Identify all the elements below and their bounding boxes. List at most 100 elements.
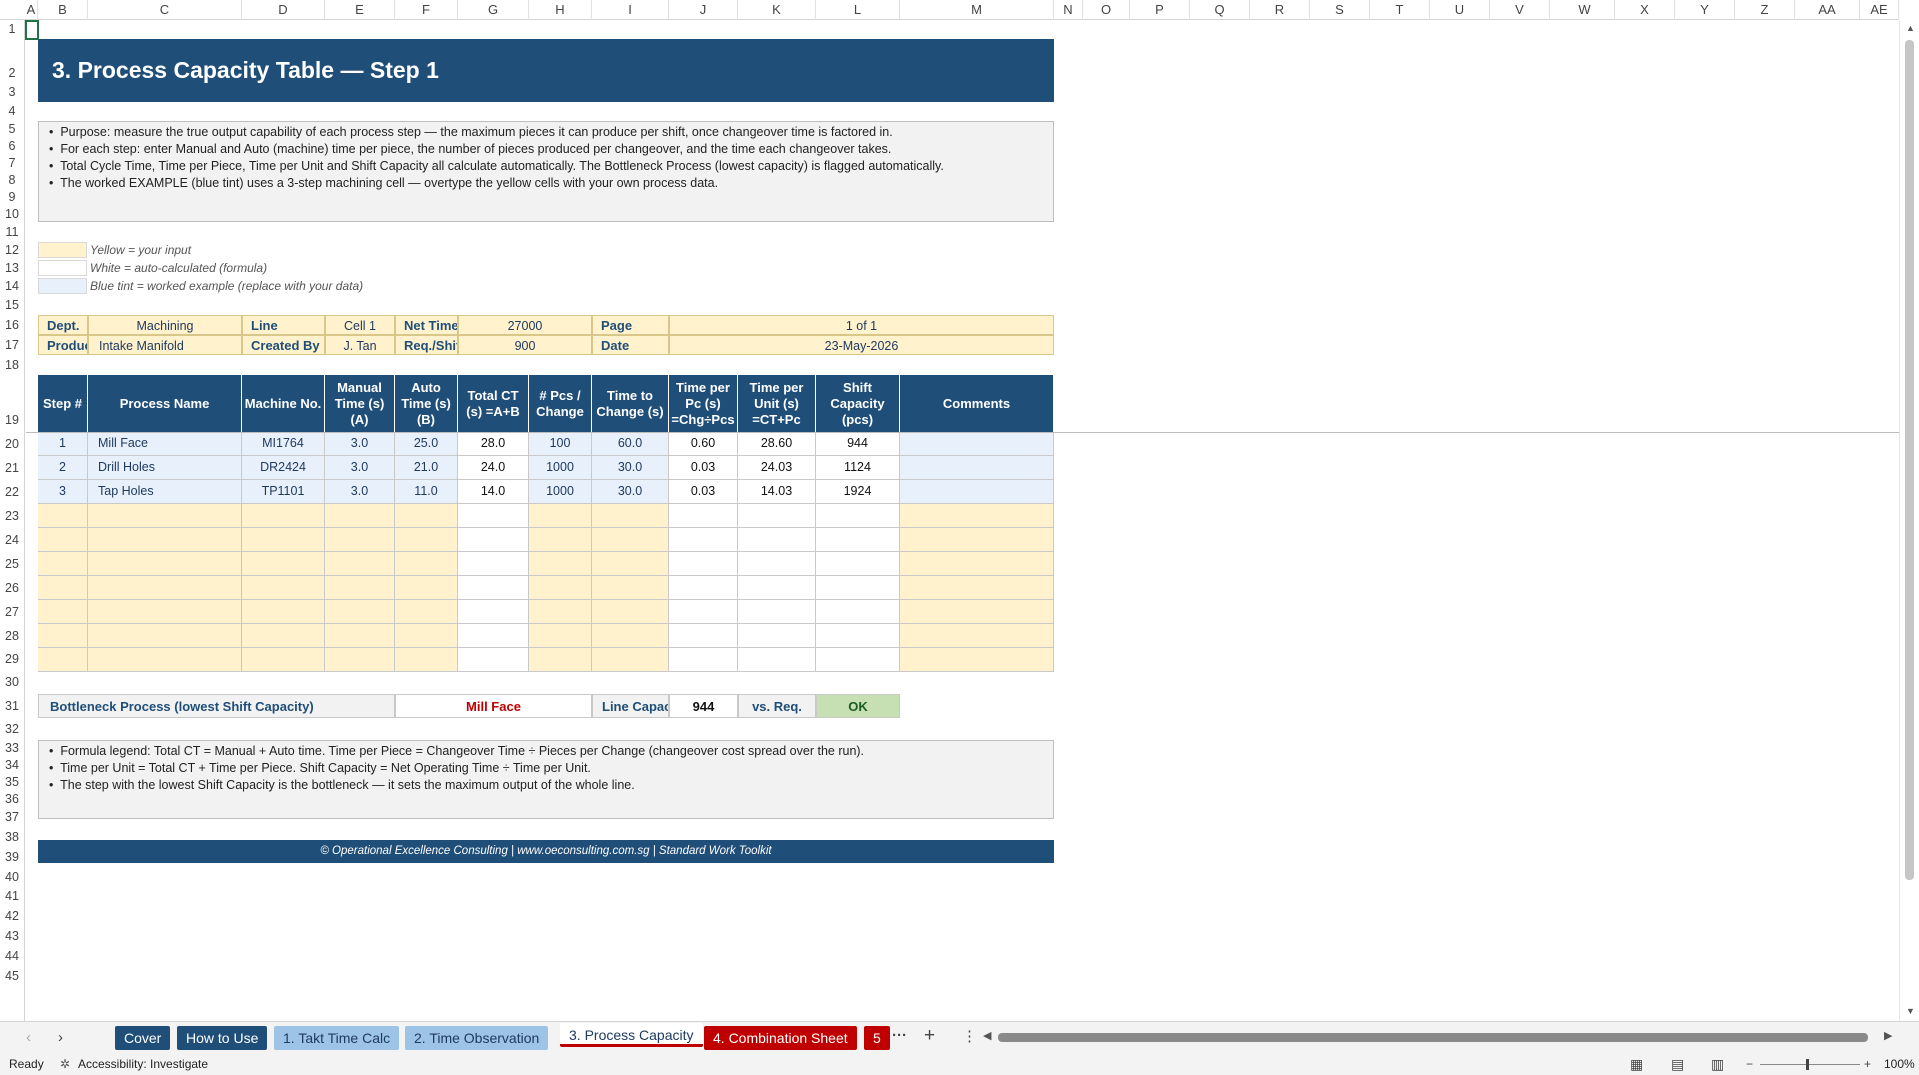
column-header[interactable]: Z [1735,0,1795,20]
normal-view-icon[interactable]: ▦ [1630,1054,1643,1075]
empty-input-cell[interactable] [458,600,529,624]
selected-cell[interactable] [25,20,39,40]
column-header[interactable]: H [529,0,592,20]
req-value[interactable]: 900 [458,335,592,355]
empty-input-cell[interactable] [738,648,816,672]
empty-input-cell[interactable] [816,504,900,528]
row-header[interactable]: 3 [0,82,24,102]
empty-input-cell[interactable] [529,600,592,624]
table-cell[interactable]: 1924 [816,480,900,504]
empty-input-cell[interactable] [395,648,458,672]
empty-input-cell[interactable] [325,648,395,672]
row-header[interactable]: 14 [0,277,24,296]
row-header[interactable]: 37 [0,808,24,826]
table-cell[interactable]: 100 [529,432,592,456]
tab-next-icon[interactable]: › [58,1029,63,1046]
table-cell[interactable]: 1000 [529,456,592,480]
empty-input-cell[interactable] [395,624,458,648]
row-header[interactable]: 17 [0,335,24,355]
zoom-in-icon[interactable]: + [1864,1054,1871,1075]
row-header[interactable]: 27 [0,600,24,624]
empty-input-cell[interactable] [458,576,529,600]
empty-input-cell[interactable] [669,576,738,600]
empty-input-cell[interactable] [592,528,669,552]
table-cell[interactable]: 28.60 [738,432,816,456]
column-header[interactable]: V [1490,0,1550,20]
column-header[interactable]: E [325,0,395,20]
row-header[interactable]: 15 [0,296,24,315]
empty-input-cell[interactable] [669,600,738,624]
tab-sheet[interactable]: How to Use [177,1026,268,1050]
table-cell[interactable]: Drill Holes [88,456,242,480]
column-header[interactable]: B [38,0,88,20]
empty-input-cell[interactable] [325,504,395,528]
hscroll-right-icon[interactable]: ▶ [1884,1029,1892,1042]
empty-input-cell[interactable] [325,600,395,624]
table-cell[interactable] [900,456,1054,480]
column-header[interactable]: G [458,0,529,20]
empty-input-cell[interactable] [592,504,669,528]
table-cell[interactable]: 25.0 [395,432,458,456]
empty-input-cell[interactable] [88,552,242,576]
row-header[interactable]: 38 [0,826,24,848]
table-cell[interactable]: 1124 [816,456,900,480]
empty-input-cell[interactable] [738,576,816,600]
column-header[interactable]: O [1083,0,1130,20]
row-header[interactable]: 28 [0,624,24,648]
empty-input-cell[interactable] [669,624,738,648]
empty-input-cell[interactable] [88,528,242,552]
table-cell[interactable]: 30.0 [592,456,669,480]
column-header[interactable]: X [1615,0,1675,20]
empty-input-cell[interactable] [38,528,88,552]
empty-input-cell[interactable] [325,576,395,600]
column-header[interactable]: Q [1190,0,1250,20]
row-header[interactable]: 13 [0,259,24,277]
table-cell[interactable]: 60.0 [592,432,669,456]
row-header[interactable]: 32 [0,718,24,740]
horizontal-scroll-thumb[interactable] [998,1033,1868,1042]
table-cell[interactable]: 24.0 [458,456,529,480]
empty-input-cell[interactable] [242,600,325,624]
row-header[interactable]: 18 [0,355,24,375]
row-header[interactable]: 8 [0,172,24,189]
row-header[interactable]: 10 [0,206,24,223]
table-cell[interactable]: 3.0 [325,456,395,480]
table-cell[interactable]: 0.03 [669,456,738,480]
empty-input-cell[interactable] [458,552,529,576]
empty-input-cell[interactable] [458,528,529,552]
empty-input-cell[interactable] [900,624,1054,648]
zoom-level[interactable]: 100% [1884,1054,1915,1075]
column-header[interactable]: Y [1675,0,1735,20]
tab-sheet[interactable]: Cover [115,1026,171,1050]
column-header[interactable]: AA [1795,0,1860,20]
empty-input-cell[interactable] [816,600,900,624]
line-capacity-value[interactable]: 944 [669,694,738,718]
page-value[interactable]: 1 of 1 [669,315,1054,335]
empty-input-cell[interactable] [592,552,669,576]
row-header[interactable]: 11 [0,223,24,241]
row-header[interactable]: 25 [0,552,24,576]
empty-input-cell[interactable] [738,504,816,528]
row-header[interactable]: 34 [0,757,24,774]
column-header[interactable]: L [816,0,900,20]
row-header[interactable]: 9 [0,189,24,206]
column-header[interactable]: AE [1860,0,1899,20]
empty-input-cell[interactable] [900,504,1054,528]
column-header[interactable]: N [1054,0,1083,20]
tab-sheet[interactable]: 3. Process Capacity [560,1023,703,1047]
row-header[interactable]: 4 [0,102,24,121]
empty-input-cell[interactable] [816,624,900,648]
empty-input-cell[interactable] [88,504,242,528]
empty-input-cell[interactable] [458,504,529,528]
table-cell[interactable]: 14.0 [458,480,529,504]
table-cell[interactable] [900,432,1054,456]
row-header[interactable]: 2 [0,39,24,82]
row-header[interactable]: 36 [0,791,24,808]
column-header[interactable]: I [592,0,669,20]
empty-input-cell[interactable] [529,504,592,528]
zoom-slider[interactable] [1760,1064,1860,1065]
empty-input-cell[interactable] [458,648,529,672]
table-cell[interactable]: 0.03 [669,480,738,504]
table-cell[interactable]: 1000 [529,480,592,504]
empty-input-cell[interactable] [592,576,669,600]
